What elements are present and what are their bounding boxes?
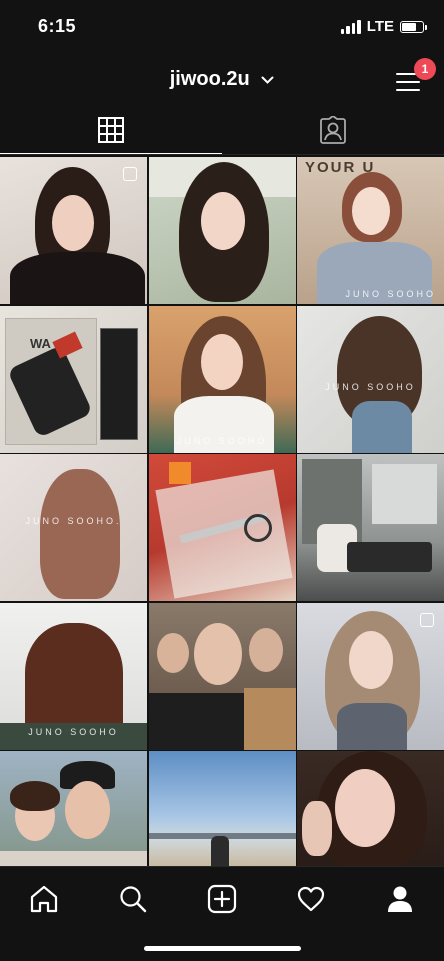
multiple-photos-icon	[420, 612, 434, 627]
account-switcher[interactable]: jiwoo.2u	[0, 68, 444, 91]
add-post-icon	[207, 884, 237, 914]
post-thumbnail[interactable]	[148, 454, 296, 601]
post-thumbnail[interactable]	[297, 454, 444, 601]
post-face	[349, 630, 393, 689]
post-thumbnail[interactable]	[148, 157, 296, 304]
post-thumbnail[interactable]: YOUR U JUNO SOOHO	[297, 157, 444, 304]
nav-home[interactable]	[24, 879, 64, 919]
post-watermark: JUNO SOOHO.	[25, 516, 122, 526]
post-face	[52, 195, 94, 251]
post-thumbnail[interactable]	[0, 157, 147, 304]
scissor-handle	[243, 514, 272, 542]
tab-tagged[interactable]	[222, 105, 444, 155]
profile-tabs	[0, 105, 444, 155]
menu-icon-line	[396, 89, 420, 91]
post-face	[248, 627, 283, 672]
post-hair	[10, 781, 60, 811]
post-clothing	[337, 702, 407, 750]
post-thumbnail[interactable]: JUNO SOOHO	[297, 305, 444, 453]
post-clothing	[10, 252, 145, 304]
search-icon	[120, 886, 147, 913]
menu-icon-line	[396, 81, 420, 83]
post-face	[156, 632, 189, 673]
post-thumbnail[interactable]: JUNO SOOHO	[148, 305, 296, 453]
scissor-case	[154, 469, 293, 599]
status-indicators: LTE	[340, 18, 427, 35]
post-hair	[25, 622, 123, 733]
multiple-photos-icon	[123, 167, 137, 181]
post-hair	[40, 469, 120, 599]
box-text: WA	[30, 335, 51, 351]
nav-activity[interactable]	[291, 879, 331, 919]
username: jiwoo.2u	[169, 68, 250, 90]
post-thumbnail[interactable]	[297, 602, 444, 750]
clipper-guards	[100, 327, 138, 440]
post-watermark: JUNO SOOHO	[176, 435, 268, 446]
post-face	[200, 192, 245, 250]
status-time: 6:15	[38, 16, 77, 36]
post-clothing	[243, 687, 296, 750]
bench	[347, 542, 432, 572]
tabs-divider	[0, 154, 444, 155]
nav-profile[interactable]	[380, 879, 420, 919]
post-background	[372, 464, 437, 524]
home-icon	[30, 885, 58, 913]
menu-button[interactable]: 1	[394, 58, 436, 96]
bottom-nav	[0, 866, 444, 961]
nav-new-post[interactable]	[202, 879, 242, 919]
post-face	[352, 187, 390, 235]
tagged-person-icon	[320, 116, 346, 144]
post-watermark: JUNO SOOHO	[325, 381, 416, 392]
post-thumbnail[interactable]	[148, 602, 296, 750]
post-clothing	[352, 400, 412, 453]
post-watermark: JUNO SOOHO	[345, 289, 436, 299]
signal-icon	[340, 19, 361, 34]
status-bar: 6:15 LTE	[0, 0, 444, 52]
heart-icon	[297, 886, 325, 912]
posts-grid: YOUR U JUNO SOOHO WA JUNO SOOHO JUNO SOO…	[0, 157, 444, 898]
tab-grid[interactable]	[0, 105, 222, 155]
grid-icon	[98, 117, 124, 143]
chevron-down-icon	[261, 68, 274, 91]
notification-badge: 1	[414, 58, 436, 80]
post-face	[193, 622, 242, 685]
profile-header: jiwoo.2u 1	[0, 58, 444, 102]
post-thumbnail[interactable]: JUNO SOOHO	[0, 602, 147, 750]
battery-icon	[400, 20, 427, 33]
post-face	[65, 781, 110, 839]
network-type: LTE	[366, 18, 394, 35]
home-indicator[interactable]	[144, 946, 301, 951]
profile-icon	[388, 886, 412, 912]
post-thumbnail[interactable]: WA	[0, 305, 147, 453]
post-face	[200, 333, 243, 390]
battery-level	[402, 22, 416, 31]
post-thumbnail[interactable]: JUNO SOOHO.	[0, 454, 147, 601]
product-tag	[168, 462, 191, 484]
nav-search[interactable]	[113, 879, 153, 919]
post-face	[335, 769, 395, 847]
post-watermark: JUNO SOOHO	[28, 726, 119, 737]
post-hand	[302, 801, 332, 856]
